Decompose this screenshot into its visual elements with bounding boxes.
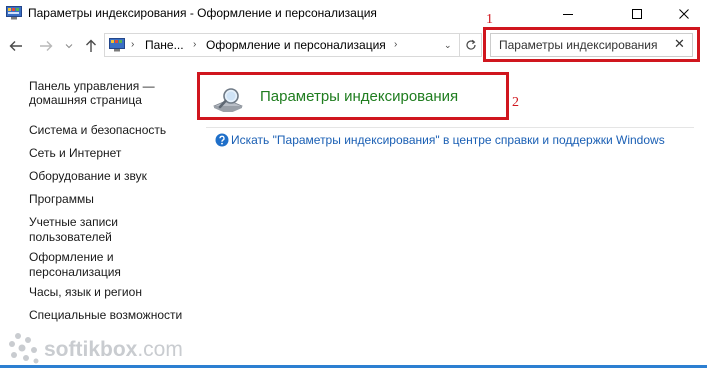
address-bar[interactable]: › Пане... › Оформление и персонализация … [104, 33, 482, 57]
annotation-marker-2: 2 [512, 95, 519, 110]
forward-button[interactable] [36, 34, 56, 58]
sidebar-item-appearance-line2[interactable]: персонализация [29, 264, 121, 281]
back-button[interactable] [6, 34, 26, 58]
minimize-icon [563, 14, 573, 15]
sidebar-item-system-security[interactable]: Система и безопасность [29, 122, 166, 139]
maximize-icon [632, 9, 642, 19]
help-search-link[interactable]: Искать "Параметры индексирования" в цент… [231, 133, 665, 147]
close-window-button[interactable] [661, 0, 707, 28]
watermark-text: softikbox.com [44, 338, 183, 361]
sidebar-item-programs[interactable]: Программы [29, 191, 94, 208]
sidebar-item-clock-language[interactable]: Часы, язык и регион [29, 284, 142, 301]
sidebar-home-link-line2[interactable]: домашняя страница [29, 92, 142, 109]
refresh-button[interactable] [459, 34, 482, 56]
arrow-up-icon [86, 39, 96, 52]
minimize-button[interactable] [545, 0, 591, 28]
window-title: Параметры индексирования - Оформление и … [28, 6, 377, 20]
sidebar-item-ease-of-access[interactable]: Специальные возможности [29, 307, 182, 324]
close-icon[interactable]: ✕ [674, 36, 685, 52]
chevron-right-icon[interactable]: › [131, 39, 134, 50]
control-panel-icon [109, 38, 125, 52]
divider [206, 127, 694, 128]
sidebar-item-network[interactable]: Сеть и Интернет [29, 145, 121, 162]
search-input[interactable]: Параметры индексирования ✕ [490, 33, 693, 57]
control-panel-icon [6, 6, 22, 20]
indexing-options-icon[interactable] [212, 86, 244, 112]
sidebar-item-hardware-sound[interactable]: Оборудование и звук [29, 168, 147, 185]
chevron-right-icon[interactable]: › [193, 39, 196, 50]
up-button[interactable] [82, 34, 100, 58]
annotation-marker-1: 1 [486, 12, 493, 27]
refresh-icon [466, 39, 476, 50]
search-value[interactable]: Параметры индексирования [499, 38, 657, 52]
title-bar: Параметры индексирования - Оформление и … [0, 0, 707, 28]
sidebar-item-user-accounts-line2[interactable]: пользователей [29, 229, 112, 246]
recent-locations-button[interactable] [62, 34, 76, 58]
maximize-button[interactable] [614, 0, 660, 28]
help-icon [215, 133, 229, 147]
arrow-right-icon [40, 41, 53, 51]
chevron-down-icon [65, 44, 73, 49]
indexing-options-link[interactable]: Параметры индексирования [260, 88, 458, 105]
chevron-right-icon[interactable]: › [394, 39, 397, 50]
arrow-left-icon [9, 41, 22, 51]
close-icon [679, 9, 689, 19]
breadcrumb-appearance[interactable]: Оформление и персонализация [206, 38, 386, 52]
chevron-down-icon[interactable]: ⌄ [444, 40, 452, 51]
breadcrumb-control-panel[interactable]: Пане... [145, 38, 184, 52]
